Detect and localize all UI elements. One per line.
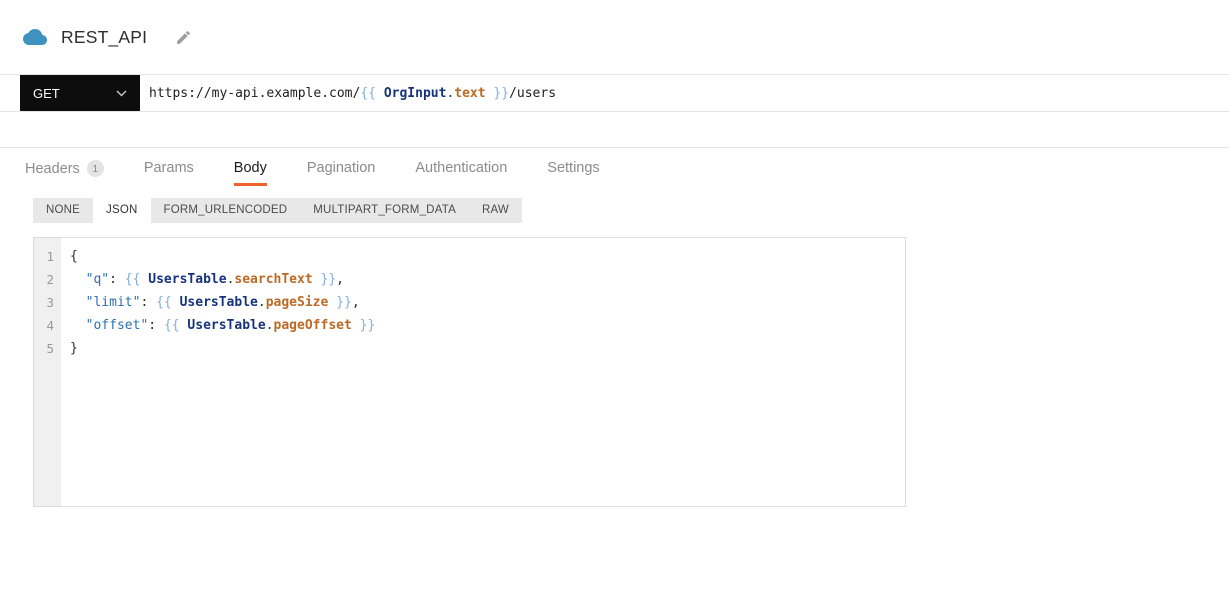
- tab-pagination[interactable]: Pagination: [307, 160, 376, 186]
- tab-label: Authentication: [415, 160, 508, 176]
- api-name-title: REST_API: [61, 26, 148, 47]
- tab-label: Settings: [547, 160, 600, 176]
- tab-label: Params: [143, 160, 194, 176]
- tab-label: Pagination: [306, 160, 376, 176]
- line-number: 3: [46, 295, 54, 310]
- http-method-dropdown[interactable]: GET: [20, 75, 140, 111]
- body-type-tab-none[interactable]: NONE: [33, 198, 93, 223]
- tab-headers[interactable]: Headers 1: [25, 160, 104, 187]
- code-line: }: [70, 341, 78, 356]
- code-row: 4 "offset": {{ UsersTable.pageOffset }}: [34, 314, 905, 337]
- code-row: 3 "limit": {{ UsersTable.pageSize }},: [34, 291, 905, 314]
- tab-settings[interactable]: Settings: [547, 160, 599, 186]
- line-number: 2: [46, 272, 54, 287]
- body-type-tab-label: JSON: [106, 204, 138, 216]
- body-type-tab-label: NONE: [46, 204, 81, 216]
- line-number: 1: [46, 249, 54, 264]
- tab-authentication[interactable]: Authentication: [415, 160, 507, 186]
- tab-body[interactable]: Body: [233, 160, 267, 186]
- line-number: 5: [46, 341, 54, 356]
- code-line: "q": {{ UsersTable.searchText }},: [85, 272, 344, 287]
- tab-label: Body: [233, 160, 267, 176]
- code-line: {: [70, 249, 78, 264]
- code-row: 2 "q": {{ UsersTable.searchText }},: [34, 268, 905, 291]
- json-body-editor[interactable]: 1 { 2 "q": {{ UsersTable.searchText }}, …: [33, 237, 906, 507]
- code-row: 5 }: [34, 337, 905, 360]
- code-row: 1 {: [34, 245, 905, 268]
- body-type-tab-label: FORM_URLENCODED: [163, 204, 288, 216]
- body-type-tabs: NONE JSON FORM_URLENCODED MULTIPART_FORM…: [33, 198, 522, 223]
- url-input[interactable]: https://my-api.example.com/{{ OrgInput. t…: [140, 75, 1229, 111]
- body-type-tab-json[interactable]: JSON: [93, 198, 151, 223]
- http-method-label: GET: [33, 85, 60, 101]
- request-config-tabs: Headers 1 Params Body Pagination Authent…: [0, 147, 1229, 187]
- rename-pencil-icon[interactable]: [173, 27, 193, 47]
- headers-count-badge: 1: [86, 160, 104, 177]
- body-type-tab-raw[interactable]: RAW: [469, 198, 522, 223]
- chevron-down-icon: [116, 90, 127, 97]
- request-bar: GET https://my-api.example.com/{{ OrgInp…: [0, 74, 1229, 112]
- tab-params[interactable]: Params: [144, 160, 194, 186]
- body-type-tab-form-urlencoded[interactable]: FORM_URLENCODED: [151, 198, 301, 223]
- code-line: "offset": {{ UsersTable.pageOffset }}: [85, 318, 376, 333]
- line-number: 4: [46, 318, 54, 333]
- api-header: REST_API: [0, 0, 1229, 74]
- code-line: "limit": {{ UsersTable.pageSize }},: [85, 295, 360, 310]
- body-type-tab-label: RAW: [481, 204, 509, 216]
- body-type-tab-multipart-form-data[interactable]: MULTIPART_FORM_DATA: [300, 198, 469, 223]
- cloud-icon: [20, 25, 50, 49]
- tab-label: Headers: [25, 160, 80, 177]
- body-type-tab-label: MULTIPART_FORM_DATA: [313, 204, 456, 216]
